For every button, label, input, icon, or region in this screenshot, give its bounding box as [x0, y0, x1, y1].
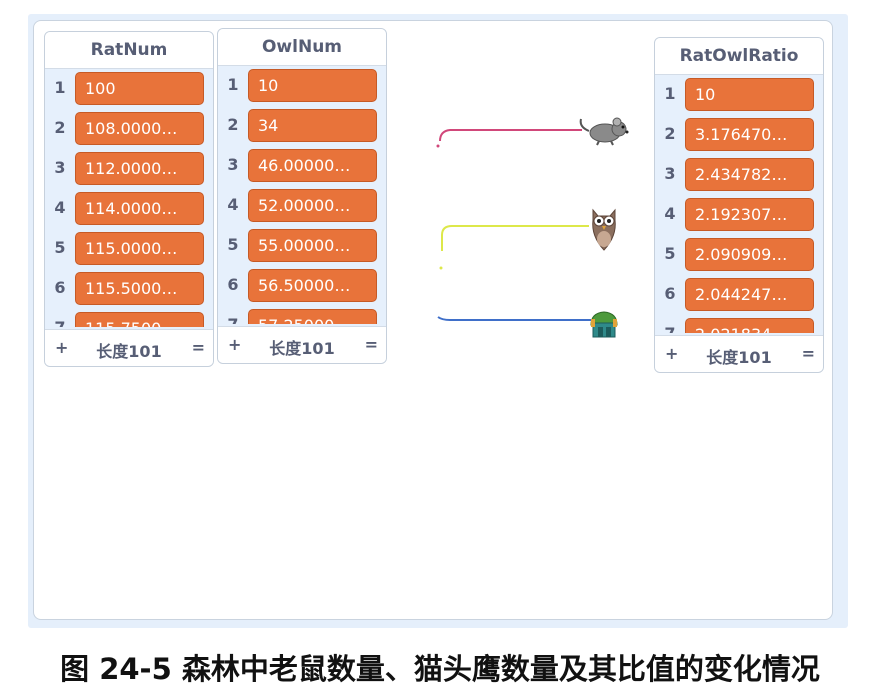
list-item: 3 2.434782…	[655, 155, 823, 195]
list-item: 4 2.192307…	[655, 195, 823, 235]
item-value[interactable]: 115.7500…	[75, 312, 204, 327]
list-monitor-ratnum: RatNum 1 100 2 108.0000… 3 112.0000… 4 114.0…	[44, 31, 214, 367]
item-index: 1	[664, 84, 676, 103]
list-item: 72.021834…	[655, 315, 823, 333]
item-index: 3	[664, 164, 676, 183]
tree-icon[interactable]	[587, 309, 621, 339]
list-item: 5 55.00000…	[218, 226, 386, 266]
item-index: 2	[227, 115, 239, 134]
item-index: 7	[655, 324, 685, 333]
stage[interactable]: RatNum 1 100 2 108.0000… 3 112.0000… 4 114.0…	[33, 20, 833, 620]
item-index: 4	[664, 204, 676, 223]
list-rows[interactable]: 1 100 2 108.0000… 3 112.0000… 4 114.0000… 51…	[45, 69, 213, 327]
item-index: 6	[227, 275, 239, 294]
item-value[interactable]: 115.0000…	[75, 232, 204, 265]
list-item: 7115.7500…	[45, 309, 213, 327]
list-item: 5 115.0000…	[45, 229, 213, 269]
item-value[interactable]: 52.00000…	[248, 189, 377, 222]
list-item: 1 10	[655, 75, 823, 115]
list-title: RatOwlRatio	[655, 38, 823, 75]
list-item: 4 114.0000…	[45, 189, 213, 229]
item-value[interactable]: 2.090909…	[685, 238, 814, 271]
item-index: 6	[664, 284, 676, 303]
item-value[interactable]: 2.192307…	[685, 198, 814, 231]
list-footer: + 长度101 =	[218, 326, 386, 363]
item-value[interactable]: 2.021834…	[685, 318, 814, 333]
owl-trail	[441, 225, 589, 251]
item-value[interactable]: 115.5000…	[75, 272, 204, 305]
item-index: 6	[54, 278, 66, 297]
list-monitor-owlnum: OwlNum 1 10 2 34 3 46.00000… 4 52.00000… 5 55…	[217, 28, 387, 364]
owl-icon[interactable]	[589, 206, 619, 252]
list-item: 2 3.176470…	[655, 115, 823, 155]
list-footer: + 长度101 =	[45, 329, 213, 366]
list-item: 1 10	[218, 66, 386, 106]
list-length: 长度101	[269, 339, 335, 358]
rat-trail	[439, 129, 582, 142]
item-value[interactable]: 46.00000…	[248, 149, 377, 182]
ratio-trail	[437, 316, 592, 321]
owl-trail-dot	[439, 266, 443, 270]
rat-icon[interactable]	[577, 113, 633, 147]
item-value[interactable]: 3.176470…	[685, 118, 814, 151]
list-item: 3 112.0000…	[45, 149, 213, 189]
list-rows[interactable]: 1 10 2 34 3 46.00000… 4 52.00000… 5 55.00000……	[218, 66, 386, 324]
item-value[interactable]: 112.0000…	[75, 152, 204, 185]
resize-handle[interactable]: =	[192, 338, 205, 357]
list-rows[interactable]: 1 10 2 3.176470… 3 2.434782… 4 2.192307… 5 2.…	[655, 75, 823, 333]
list-item: 6 56.50000…	[218, 266, 386, 306]
item-index: 7	[218, 315, 248, 324]
list-item: 2 34	[218, 106, 386, 146]
item-value[interactable]: 10	[685, 78, 814, 111]
item-index: 3	[227, 155, 239, 174]
list-item: 757.25000…	[218, 306, 386, 324]
list-title: OwlNum	[218, 29, 386, 66]
item-index: 3	[54, 158, 66, 177]
list-item: 2 108.0000…	[45, 109, 213, 149]
item-index: 2	[54, 118, 66, 137]
list-length: 长度101	[96, 342, 162, 361]
item-index: 5	[227, 235, 239, 254]
item-index: 7	[45, 318, 75, 327]
item-index: 1	[54, 78, 66, 97]
list-item: 6 2.044247…	[655, 275, 823, 315]
list-item: 5 2.090909…	[655, 235, 823, 275]
item-index: 4	[54, 198, 66, 217]
list-title: RatNum	[45, 32, 213, 69]
list-item: 1 100	[45, 69, 213, 109]
item-value[interactable]: 2.434782…	[685, 158, 814, 191]
item-value[interactable]: 2.044247…	[685, 278, 814, 311]
item-value[interactable]: 108.0000…	[75, 112, 204, 145]
rat-trail-dot	[436, 144, 440, 148]
item-index: 5	[54, 238, 66, 257]
item-value[interactable]: 56.50000…	[248, 269, 377, 302]
list-footer: + 长度101 =	[655, 335, 823, 372]
item-value[interactable]: 100	[75, 72, 204, 105]
figure-caption: 图 24-5 森林中老鼠数量、猫头鹰数量及其比值的变化情况	[60, 652, 820, 686]
list-length: 长度101	[706, 348, 772, 367]
item-value[interactable]: 55.00000…	[248, 229, 377, 262]
item-value[interactable]: 57.25000…	[248, 309, 377, 324]
item-index: 4	[227, 195, 239, 214]
item-index: 5	[664, 244, 676, 263]
list-item: 6 115.5000…	[45, 269, 213, 309]
resize-handle[interactable]: =	[802, 344, 815, 363]
item-value[interactable]: 114.0000…	[75, 192, 204, 225]
list-item: 3 46.00000…	[218, 146, 386, 186]
list-monitor-ratowlratio: RatOwlRatio 1 10 2 3.176470… 3 2.434782… 42…	[654, 37, 824, 373]
item-value[interactable]: 34	[248, 109, 377, 142]
item-index: 2	[664, 124, 676, 143]
resize-handle[interactable]: =	[365, 335, 378, 354]
list-item: 4 52.00000…	[218, 186, 386, 226]
item-index: 1	[227, 75, 239, 94]
item-value[interactable]: 10	[248, 69, 377, 102]
